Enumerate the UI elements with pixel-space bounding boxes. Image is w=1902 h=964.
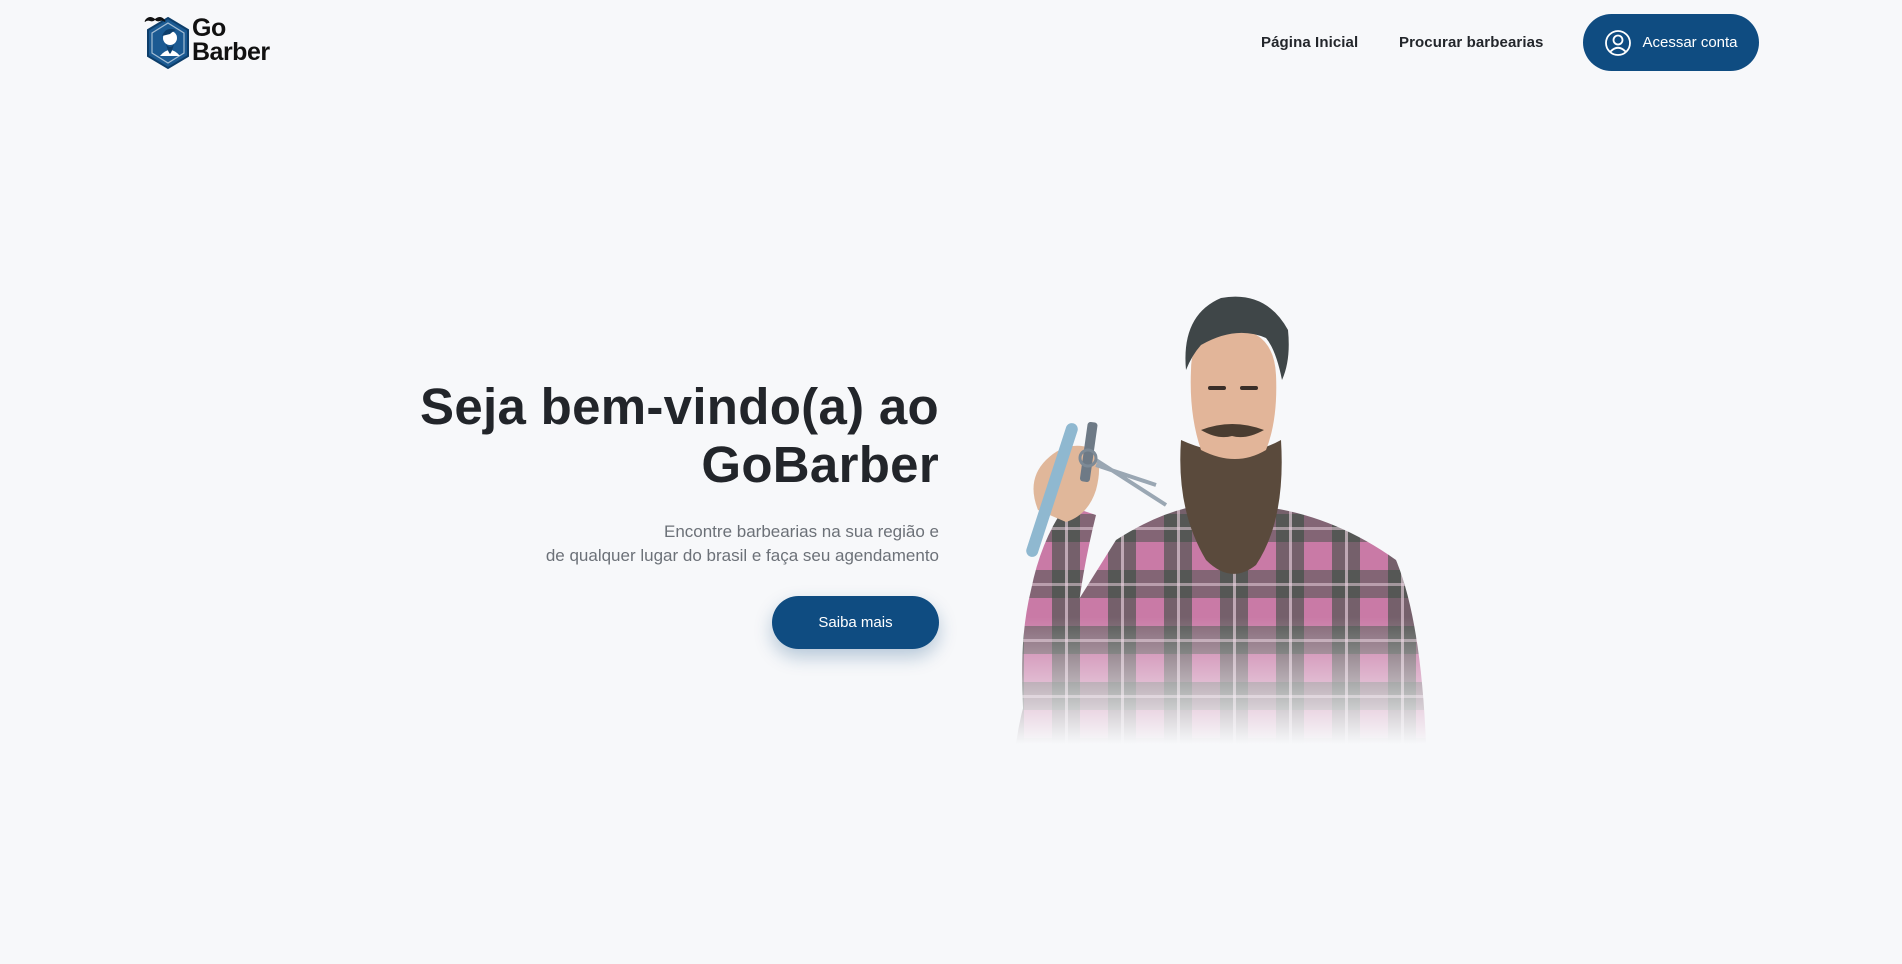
access-account-button[interactable]: Acessar conta — [1583, 14, 1759, 71]
access-account-label: Acessar conta — [1642, 34, 1738, 51]
user-circle-icon — [1605, 29, 1632, 56]
gobarber-logo[interactable]: Go Barber — [144, 16, 274, 70]
logo-wordmark: Go Barber — [192, 14, 270, 66]
page: Go Barber Página Inicial Procurar barbea… — [0, 0, 1902, 964]
hero-subtitle-line-1: Encontre barbearias na sua região e — [663, 522, 939, 541]
nav-link-home[interactable]: Página Inicial — [1261, 34, 1358, 51]
hero-subtitle-line-2: de qualquer lugar do brasil e faça seu a… — [545, 546, 939, 565]
site-header: Go Barber Página Inicial Procurar barbea… — [0, 0, 1902, 86]
mustache-icon — [144, 17, 166, 22]
bearded-barber-image — [996, 290, 1430, 744]
nav-link-find-barbershops[interactable]: Procurar barbearias — [1399, 34, 1543, 51]
hero-section: Seja bem-vindo(a) ao GoBarber Encontre b… — [420, 378, 939, 568]
hero-subtitle: Encontre barbearias na sua região e de q… — [420, 520, 939, 568]
hero-title-line-2: GoBarber — [701, 436, 939, 493]
hero-title-line-1: Seja bem-vindo(a) ao — [420, 378, 939, 435]
barber-emblem-icon — [147, 16, 189, 70]
hero-title: Seja bem-vindo(a) ao GoBarber — [420, 378, 939, 494]
learn-more-button[interactable]: Saiba mais — [772, 596, 939, 649]
logo-text-go: Go — [192, 14, 226, 42]
logo-text-barber: Barber — [192, 38, 270, 66]
